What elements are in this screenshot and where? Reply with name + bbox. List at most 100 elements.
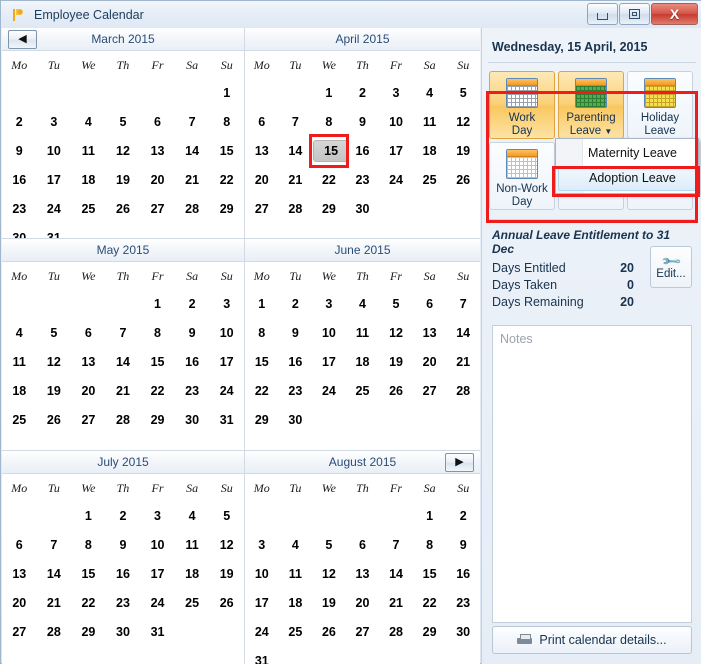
calendar-day[interactable]: 9	[175, 318, 210, 347]
calendar-day[interactable]: 3	[140, 501, 175, 530]
calendar-day[interactable]: 19	[37, 376, 72, 405]
calendar-day[interactable]: 16	[106, 559, 141, 588]
calendar-day[interactable]: 14	[175, 136, 210, 165]
calendar-day[interactable]: 20	[2, 588, 37, 617]
calendar-day[interactable]: 28	[175, 194, 210, 223]
calendar-day[interactable]: 17	[245, 588, 279, 617]
calendar-day[interactable]: 7	[175, 107, 210, 136]
calendar-day[interactable]: 13	[140, 136, 175, 165]
calendar-day[interactable]: 6	[2, 530, 37, 559]
calendar-day[interactable]: 9	[106, 530, 141, 559]
calendar-day[interactable]: 5	[446, 78, 480, 107]
calendar-day[interactable]: 10	[312, 318, 346, 347]
close-button[interactable]: X	[651, 3, 698, 25]
calendar-day[interactable]: 19	[106, 165, 141, 194]
calendar-day[interactable]: 28	[279, 194, 313, 223]
calendar-day[interactable]: 3	[209, 289, 244, 318]
calendar-day[interactable]: 19	[446, 136, 480, 165]
calendar-day[interactable]: 18	[279, 588, 313, 617]
calendar-day[interactable]: 13	[245, 136, 279, 165]
calendar-day[interactable]: 17	[140, 559, 175, 588]
calendar-day[interactable]: 24	[245, 617, 279, 646]
calendar-day[interactable]: 4	[346, 289, 380, 318]
calendar-day[interactable]: 3	[312, 289, 346, 318]
edit-entitlement-button[interactable]: 🔧 Edit...	[650, 246, 692, 288]
calendar-day[interactable]: 21	[175, 165, 210, 194]
calendar-day[interactable]: 23	[279, 376, 313, 405]
calendar-day[interactable]: 22	[71, 588, 106, 617]
calendar-day[interactable]: 7	[279, 107, 313, 136]
calendar-day[interactable]: 11	[413, 107, 447, 136]
calendar-day[interactable]: 14	[446, 318, 480, 347]
calendar-day[interactable]: 7	[106, 318, 141, 347]
calendar-day[interactable]: 16	[2, 165, 37, 194]
calendar-day[interactable]: 16	[446, 559, 480, 588]
calendar-day[interactable]: 11	[346, 318, 380, 347]
calendar-day[interactable]: 25	[175, 588, 210, 617]
calendar-day[interactable]: 11	[175, 530, 210, 559]
calendar-day[interactable]: 15	[71, 559, 106, 588]
calendar-day[interactable]: 10	[379, 107, 413, 136]
calendar-day[interactable]: 8	[245, 318, 279, 347]
notes-input[interactable]: Notes	[492, 325, 692, 623]
calendar-day[interactable]: 29	[71, 617, 106, 646]
calendar-day[interactable]: 27	[346, 617, 380, 646]
holiday-leave-button[interactable]: Holiday Leave	[627, 71, 693, 139]
calendar-day[interactable]: 9	[2, 136, 37, 165]
calendar-day[interactable]: 28	[37, 617, 72, 646]
calendar-day[interactable]: 26	[106, 194, 141, 223]
calendar-day[interactable]: 4	[71, 107, 106, 136]
calendar-day[interactable]: 28	[106, 405, 141, 434]
calendar-day[interactable]: 13	[71, 347, 106, 376]
calendar-day[interactable]: 15	[209, 136, 244, 165]
calendar-day[interactable]: 30	[2, 223, 37, 239]
calendar-day[interactable]: 9	[279, 318, 313, 347]
calendar-day[interactable]: 19	[209, 559, 244, 588]
calendar-day[interactable]: 5	[37, 318, 72, 347]
calendar-day[interactable]: 29	[245, 405, 279, 434]
calendar-day[interactable]: 18	[413, 136, 447, 165]
calendar-day[interactable]: 2	[346, 78, 380, 107]
calendar-day[interactable]: 5	[379, 289, 413, 318]
calendar-day[interactable]: 5	[209, 501, 244, 530]
calendar-day[interactable]: 19	[312, 588, 346, 617]
calendar-day[interactable]: 24	[209, 376, 244, 405]
calendar-day[interactable]: 29	[312, 194, 346, 223]
calendar-day[interactable]: 30	[279, 405, 313, 434]
calendar-day[interactable]: 2	[279, 289, 313, 318]
calendar-day[interactable]: 21	[446, 347, 480, 376]
calendar-day[interactable]: 26	[37, 405, 72, 434]
calendar-day[interactable]: 24	[37, 194, 72, 223]
calendar-day[interactable]: 6	[140, 107, 175, 136]
calendar-day[interactable]: 24	[140, 588, 175, 617]
calendar-day[interactable]: 22	[140, 376, 175, 405]
calendar-day[interactable]: 21	[106, 376, 141, 405]
calendar-day[interactable]: 31	[140, 617, 175, 646]
calendar-day[interactable]: 1	[312, 78, 346, 107]
calendar-day[interactable]: 17	[312, 347, 346, 376]
calendar-day[interactable]: 12	[37, 347, 72, 376]
calendar-day[interactable]: 2	[446, 501, 480, 530]
calendar-day[interactable]: 24	[379, 165, 413, 194]
calendar-day[interactable]: 26	[209, 588, 244, 617]
calendar-day[interactable]: 16	[279, 347, 313, 376]
calendar-day[interactable]: 1	[71, 501, 106, 530]
calendar-day[interactable]: 4	[2, 318, 37, 347]
calendar-day[interactable]: 26	[446, 165, 480, 194]
calendar-day[interactable]: 28	[446, 376, 480, 405]
calendar-day[interactable]: 13	[413, 318, 447, 347]
calendar-day[interactable]: 26	[312, 617, 346, 646]
calendar-day[interactable]: 27	[245, 194, 279, 223]
calendar-day[interactable]: 10	[209, 318, 244, 347]
calendar-day[interactable]: 12	[106, 136, 141, 165]
calendar-day[interactable]: 5	[106, 107, 141, 136]
calendar-day[interactable]: 23	[2, 194, 37, 223]
calendar-day[interactable]: 23	[346, 165, 380, 194]
calendar-day[interactable]: 11	[279, 559, 313, 588]
calendar-day[interactable]: 23	[106, 588, 141, 617]
calendar-day[interactable]: 25	[71, 194, 106, 223]
calendar-day[interactable]: 31	[209, 405, 244, 434]
calendar-day[interactable]: 21	[37, 588, 72, 617]
calendar-day[interactable]: 11	[2, 347, 37, 376]
calendar-day[interactable]: 2	[106, 501, 141, 530]
